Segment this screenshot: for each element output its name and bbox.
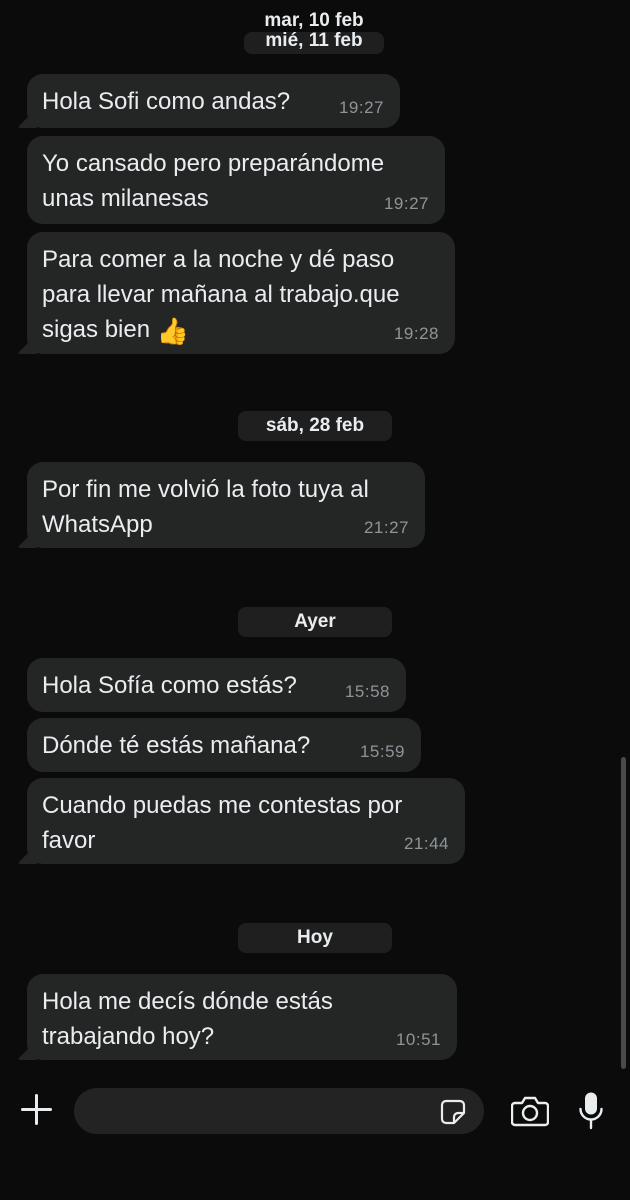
message-bubble[interactable]: Para comer a la noche y dé paso para lle… xyxy=(27,232,455,354)
message-bubble[interactable]: Hola Sofi como andas? 19:27 xyxy=(27,74,400,128)
message-text: Dónde té estás mañana? xyxy=(42,732,311,759)
plus-icon[interactable] xyxy=(18,1091,56,1129)
message-text: Hola me decís dónde estás trabajando hoy… xyxy=(42,988,333,1050)
message-bubble[interactable]: Cuando puedas me contestas por favor 21:… xyxy=(27,778,465,864)
thumbs-up-icon: 👍 xyxy=(156,317,190,347)
message-time: 19:27 xyxy=(383,194,429,213)
message-bubble[interactable]: Hola Sofía como estás? 15:58 xyxy=(27,658,406,712)
message-text-content: Para comer a la noche y dé paso para lle… xyxy=(42,246,400,343)
chat-area[interactable]: mié, 11 feb mar, 10 feb Hola Sofi como a… xyxy=(0,0,630,1075)
microphone-icon[interactable] xyxy=(578,1091,604,1131)
message-time: 15:59 xyxy=(359,742,405,761)
sticker-icon[interactable] xyxy=(440,1099,466,1125)
message-time: 19:28 xyxy=(393,324,439,343)
message-time: 21:44 xyxy=(403,834,449,853)
date-separator: Ayer xyxy=(238,607,392,637)
message-text: Cuando puedas me contestas por favor xyxy=(42,792,403,854)
camera-icon[interactable] xyxy=(511,1095,549,1127)
message-input[interactable] xyxy=(92,1088,432,1136)
message-bubble[interactable]: Yo cansado pero preparándome unas milane… xyxy=(27,136,445,224)
date-separator: mar, 10 feb xyxy=(264,10,364,31)
message-bubble[interactable]: Dónde té estás mañana? 15:59 xyxy=(27,718,421,772)
message-time: 15:58 xyxy=(344,682,390,701)
message-bubble[interactable]: Hola me decís dónde estás trabajando hoy… xyxy=(27,974,457,1060)
message-time: 21:27 xyxy=(363,518,409,537)
message-text: Hola Sofi como andas? xyxy=(42,88,291,115)
message-bubble[interactable]: Por fin me volvió la foto tuya al WhatsA… xyxy=(27,462,425,548)
scrollbar[interactable] xyxy=(621,757,626,1069)
date-separator: sáb, 28 feb xyxy=(238,411,392,441)
message-text: Hola Sofía como estás? xyxy=(42,672,297,699)
message-text: Yo cansado pero preparándome unas milane… xyxy=(42,150,385,212)
message-text: Para comer a la noche y dé paso para lle… xyxy=(42,242,439,350)
message-time: 10:51 xyxy=(395,1030,441,1049)
message-text: Por fin me volvió la foto tuya al WhatsA… xyxy=(42,476,369,538)
message-composer[interactable] xyxy=(74,1088,484,1136)
date-separator: mié, 11 feb xyxy=(244,32,384,54)
date-separator: Hoy xyxy=(238,923,392,953)
message-time: 19:27 xyxy=(338,98,384,117)
message-input-bar xyxy=(0,1075,630,1200)
